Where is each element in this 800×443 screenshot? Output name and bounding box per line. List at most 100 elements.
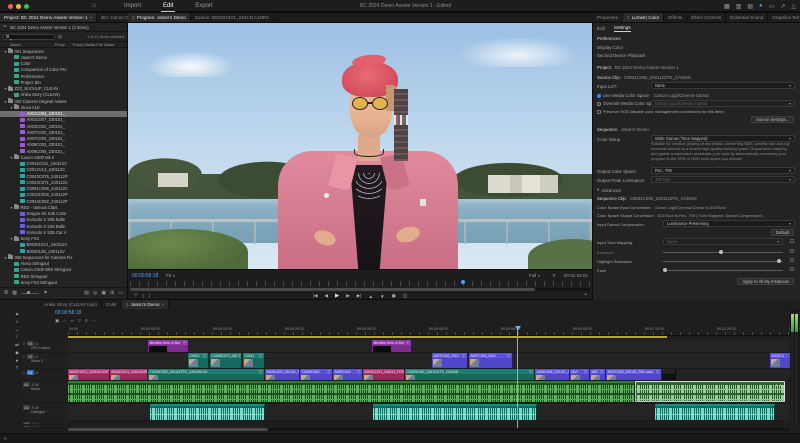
gamut-compression-dropdown[interactable]: Luminance Preserving ▾	[663, 220, 795, 227]
clip-b002012v1-240112v1ntr[interactable]: B002012V1_240112V1NTRⓕ	[68, 369, 110, 380]
audio-track-a2[interactable]	[68, 404, 790, 421]
clip-michelle-solo-a-rol[interactable]: Michelle Solo: A-Rol ⓕ	[372, 340, 412, 352]
column-proxy-media[interactable]: Proxy Media File Name	[73, 42, 115, 47]
monitor-tab-source-b002012v1-240131a1nr4[interactable]: Source: B002012V1_240131A1NR4	[190, 13, 274, 22]
fullscreen-icon[interactable]: ↗	[780, 3, 785, 10]
panel-menu-icon[interactable]: ≡	[132, 15, 135, 20]
override-color-space-dropdown[interactable]: Canon Log3/Cinema Gamut ▾	[651, 99, 795, 107]
timeline-settings-icon[interactable]: ≡	[85, 318, 88, 324]
video-track-v2[interactable]: C0012ⓕC0043C072_240ⓕC0011ⓕ A007C002_2301ⓕ…	[68, 353, 798, 369]
slip-tool-icon[interactable]: ⇄	[15, 343, 19, 348]
clip-a007c002-2301[interactable]: A007C002_2301 ⓕ	[432, 353, 468, 368]
settings-wrench-icon[interactable]: ✕	[552, 273, 556, 279]
workspaces-icon[interactable]: ▦	[724, 3, 730, 10]
right-tab-effects[interactable]: Effects	[664, 13, 688, 22]
highlight-saturation-slider[interactable]	[663, 259, 783, 264]
find-icon[interactable]: ◎	[93, 290, 97, 296]
right-tab-properties[interactable]: Properties	[593, 13, 623, 22]
right-tab-graphics-templates[interactable]: Graphics Templates	[768, 13, 800, 22]
clip-c0043c092-240112ztk-canon[interactable]: C0043C092_240112ZTK_CANON ⓕ	[405, 369, 535, 380]
linked-selection-icon[interactable]: ∞	[70, 318, 73, 324]
quick-export-icon[interactable]: ▤	[747, 3, 753, 10]
column-proxy[interactable]: Proxy	[55, 42, 65, 47]
clip-a009c002[interactable]: A009C002 ⓕ	[333, 369, 363, 380]
zoom-slider[interactable]	[20, 291, 39, 294]
navigate-up-icon[interactable]: ⬑	[3, 24, 7, 30]
work-area-bar[interactable]	[68, 336, 667, 338]
hand-tool-icon[interactable]: ●	[16, 358, 19, 364]
timeline-scrollbar-thumb[interactable]	[68, 428, 268, 431]
track-header-a2[interactable]: A2 S M Dialogue	[22, 404, 66, 421]
display-color-row[interactable]: Display Color	[593, 45, 800, 50]
comment-icon[interactable]: ▭	[769, 3, 775, 10]
lift-icon[interactable]: ▲	[368, 294, 373, 299]
home-icon[interactable]: ⌂	[92, 2, 96, 9]
apply-all-button[interactable]: Apply to All My Instances	[737, 278, 794, 285]
default-button[interactable]: Default	[770, 229, 794, 236]
new-item-icon[interactable]: ⊞	[110, 290, 114, 296]
tone-mapping-dropdown[interactable]: None ▾	[663, 238, 783, 245]
track-header-v1[interactable]: □ V1 ⊙	[22, 369, 66, 381]
bin-item-sony-fx3-stringout[interactable]: Sony FX3 Stringout	[0, 279, 127, 285]
toggle-track-output-icon[interactable]: ⊙	[35, 371, 38, 375]
source-settings-button[interactable]: Source Settings...	[750, 116, 794, 123]
clip-c0043c072-240[interactable]: C0043C072_240ⓕ	[210, 353, 242, 368]
step-forward-icon[interactable]: ▶	[346, 293, 350, 299]
output-peak-dropdown[interactable]: 100 Nits ▾	[651, 176, 795, 183]
track-header-v3[interactable]: □ V3 ⊙ GFX Layers	[22, 340, 66, 353]
monitor-mini-ruler[interactable]	[130, 281, 590, 286]
clip-a007c003-230101-r3c-mp4[interactable]: A007C003_230101_R3C.mp4 ⓕ	[606, 369, 662, 380]
timeline-playhead[interactable]	[514, 326, 521, 428]
snap-icon[interactable]: ∩	[63, 318, 66, 324]
track-target-a1[interactable]: A1	[23, 382, 30, 387]
track-target-a2[interactable]: A2	[23, 405, 30, 410]
audio-clip[interactable]	[150, 404, 265, 420]
selection-tool-icon[interactable]: ▲	[15, 311, 20, 317]
solo-button[interactable]: S	[32, 383, 34, 387]
import-settings-icon[interactable]: ▥	[736, 3, 742, 10]
audio-clip[interactable]	[655, 404, 775, 420]
close-window-button[interactable]	[8, 4, 13, 9]
lumetri-subtab-settings[interactable]: Settings	[613, 25, 631, 32]
mute-button[interactable]: M	[35, 426, 38, 427]
output-color-space-dropdown[interactable]: Rec. 709 ▾	[651, 167, 795, 174]
exposure-slider[interactable]	[663, 250, 783, 255]
clip-c0012[interactable]: C0012 ⓕ	[188, 353, 209, 368]
program-video-frame[interactable]	[128, 23, 592, 269]
project-tab-project-bc-2024-demo-assets-version-1[interactable]: Project: BC 2024 Demo Assets Version 1 ×	[0, 13, 98, 22]
clip-a007c003-2301[interactable]: A007C003_2301 ⓕ	[469, 353, 513, 368]
input-lut-dropdown[interactable]: None ▾	[651, 82, 795, 89]
sort-icon[interactable]: ▼	[43, 290, 48, 296]
notifications-icon[interactable]: △	[791, 3, 796, 10]
right-tab-effect-controls[interactable]: Effect Controls	[687, 13, 727, 22]
monitor-tab-program-jason-s-demo[interactable]: ≡ Program: Jason's Demo	[128, 13, 191, 22]
clip-b002012v1-240112nra[interactable]: B002012V1_240112NRAⓕ	[110, 369, 148, 380]
more-icon[interactable]: ⋯	[91, 318, 95, 324]
delete-icon[interactable]: ▭	[118, 290, 123, 296]
mode-tab-edit[interactable]: Edit	[161, 1, 176, 12]
playback-resolution-dropdown[interactable]: Full ▾	[529, 273, 540, 278]
timeline-timecode[interactable]: 00:00:56:18	[55, 310, 81, 316]
automate-to-sequence-icon[interactable]: ▤	[84, 290, 89, 296]
toggle-track-output-icon[interactable]: ⊙	[35, 342, 38, 346]
clip-img[interactable]: IMG ⓕ	[590, 369, 606, 380]
clip-c0011[interactable]: C0011 ⓕ	[243, 353, 265, 368]
track-target-v1[interactable]: V1	[26, 370, 34, 375]
minimize-window-button[interactable]	[16, 4, 21, 9]
advanced-row[interactable]: ▾ Advanced	[593, 187, 800, 193]
lock-icon[interactable]: □	[23, 342, 25, 346]
right-tab-essential-sound[interactable]: Essential Sound	[726, 13, 769, 22]
timeline-tab-jason-s-demo[interactable]: ≡ Jason's Demo ×	[121, 300, 170, 309]
track-select-tool-icon[interactable]: »	[16, 319, 19, 325]
solo-button[interactable]: S	[32, 426, 34, 427]
go-to-out-icon[interactable]: ▶|	[357, 293, 362, 299]
track-header-v2[interactable]: □ V2 ⊙ Video 2	[22, 353, 66, 369]
mute-button[interactable]: M	[35, 406, 38, 410]
fit-dropdown[interactable]: Fit ▾	[166, 273, 175, 278]
export-frame-icon[interactable]: ▣	[392, 293, 396, 299]
button-editor-icon[interactable]: +	[584, 292, 587, 298]
timeline-tab-anika-story-clean-lips[interactable]: Anika Story (CLEAN Lips)	[40, 300, 102, 309]
clip-a009c006-230101-r1[interactable]: A009C006_230101_R1ⓕ	[535, 369, 570, 380]
lumetri-subtab-edit[interactable]: Edit	[597, 26, 605, 32]
audio-track-a1[interactable]: ▲ ▲	[68, 381, 790, 403]
